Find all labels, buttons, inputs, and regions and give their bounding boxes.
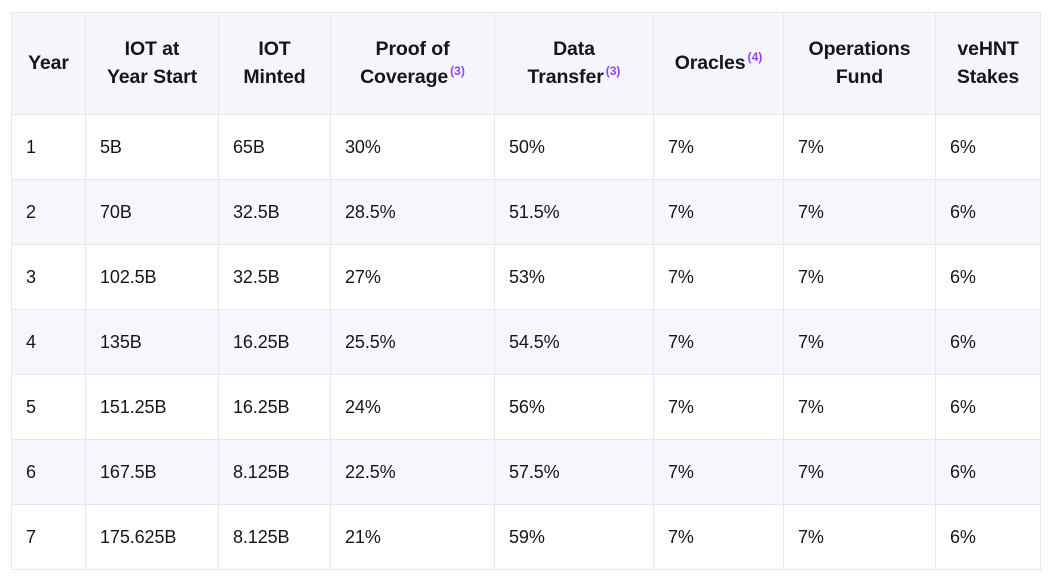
cell-proof_coverage: 30% [331,115,495,180]
cell-operations_fund: 7% [784,440,936,505]
column-header-proof_coverage: Proof ofCoverage(3) [331,13,495,115]
column-header-line1: Operations [792,36,927,64]
column-header-line1: IOT [227,36,322,64]
cell-operations_fund: 7% [784,375,936,440]
cell-vehnt_stakes: 6% [936,245,1041,310]
table-row: 6167.5B8.125B22.5%57.5%7%7%6% [12,440,1041,505]
table-row: 3102.5B32.5B27%53%7%7%6% [12,245,1041,310]
cell-data_transfer: 57.5% [495,440,654,505]
column-header-line1: Oracles [675,52,746,74]
column-header-vehnt_stakes: veHNTStakes [936,13,1041,115]
column-header-year: Year [12,13,86,115]
cell-data_transfer: 56% [495,375,654,440]
cell-operations_fund: 7% [784,505,936,570]
cell-proof_coverage: 21% [331,505,495,570]
cell-iot_minted: 16.25B [219,375,331,440]
table-row: 4135B16.25B25.5%54.5%7%7%6% [12,310,1041,375]
cell-year: 7 [12,505,86,570]
cell-vehnt_stakes: 6% [936,505,1041,570]
column-header-data_transfer: DataTransfer(3) [495,13,654,115]
cell-iot_minted: 65B [219,115,331,180]
cell-oracles: 7% [654,245,784,310]
cell-operations_fund: 7% [784,310,936,375]
cell-iot_year_start: 151.25B [86,375,219,440]
cell-iot_year_start: 175.625B [86,505,219,570]
column-header-line1: Year [28,52,69,74]
cell-iot_minted: 32.5B [219,180,331,245]
cell-oracles: 7% [654,375,784,440]
cell-operations_fund: 7% [784,115,936,180]
cell-proof_coverage: 25.5% [331,310,495,375]
cell-operations_fund: 7% [784,245,936,310]
cell-iot_minted: 8.125B [219,440,331,505]
cell-oracles: 7% [654,505,784,570]
cell-oracles: 7% [654,180,784,245]
cell-vehnt_stakes: 6% [936,180,1041,245]
cell-data_transfer: 54.5% [495,310,654,375]
cell-year: 4 [12,310,86,375]
cell-vehnt_stakes: 6% [936,375,1041,440]
column-header-operations_fund: OperationsFund [784,13,936,115]
column-header-line1: IOT at [94,36,210,64]
cell-proof_coverage: 24% [331,375,495,440]
column-header-line2: Transfer [528,66,604,88]
table-row: 15B65B30%50%7%7%6% [12,115,1041,180]
table-row: 270B32.5B28.5%51.5%7%7%6% [12,180,1041,245]
cell-oracles: 7% [654,115,784,180]
cell-proof_coverage: 27% [331,245,495,310]
column-header-line1: Data [503,36,645,64]
cell-iot_year_start: 135B [86,310,219,375]
column-header-iot_year_start: IOT atYear Start [86,13,219,115]
cell-vehnt_stakes: 6% [936,440,1041,505]
column-header-line2: Coverage [360,66,448,88]
column-header-line1: Proof of [339,36,486,64]
footnote-reference-link[interactable]: (3) [450,64,465,78]
cell-proof_coverage: 28.5% [331,180,495,245]
table-header-row: YearIOT atYear StartIOTMintedProof ofCov… [12,13,1041,115]
cell-year: 6 [12,440,86,505]
column-header-line2: Minted [243,66,305,88]
column-header-line2: Stakes [957,66,1019,88]
cell-iot_year_start: 102.5B [86,245,219,310]
cell-data_transfer: 50% [495,115,654,180]
cell-proof_coverage: 22.5% [331,440,495,505]
cell-iot_minted: 32.5B [219,245,331,310]
cell-year: 5 [12,375,86,440]
cell-year: 3 [12,245,86,310]
cell-operations_fund: 7% [784,180,936,245]
table-header: YearIOT atYear StartIOTMintedProof ofCov… [12,13,1041,115]
table-row: 7175.625B8.125B21%59%7%7%6% [12,505,1041,570]
cell-year: 1 [12,115,86,180]
iot-emissions-table: YearIOT atYear StartIOTMintedProof ofCov… [11,12,1041,570]
cell-iot_year_start: 167.5B [86,440,219,505]
cell-iot_minted: 8.125B [219,505,331,570]
cell-vehnt_stakes: 6% [936,310,1041,375]
cell-oracles: 7% [654,310,784,375]
footnote-reference-link[interactable]: (4) [748,50,763,64]
column-header-oracles: Oracles(4) [654,13,784,115]
cell-iot_year_start: 70B [86,180,219,245]
column-header-iot_minted: IOTMinted [219,13,331,115]
cell-data_transfer: 59% [495,505,654,570]
column-header-line2: Year Start [107,66,197,88]
emissions-table-container: YearIOT atYear StartIOTMintedProof ofCov… [11,12,1040,570]
column-header-line1: veHNT [944,36,1032,64]
table-row: 5151.25B16.25B24%56%7%7%6% [12,375,1041,440]
cell-data_transfer: 53% [495,245,654,310]
cell-vehnt_stakes: 6% [936,115,1041,180]
column-header-line2: Fund [836,66,883,88]
cell-oracles: 7% [654,440,784,505]
footnote-reference-link[interactable]: (3) [606,64,621,78]
cell-iot_year_start: 5B [86,115,219,180]
cell-data_transfer: 51.5% [495,180,654,245]
cell-iot_minted: 16.25B [219,310,331,375]
table-body: 15B65B30%50%7%7%6%270B32.5B28.5%51.5%7%7… [12,115,1041,570]
cell-year: 2 [12,180,86,245]
